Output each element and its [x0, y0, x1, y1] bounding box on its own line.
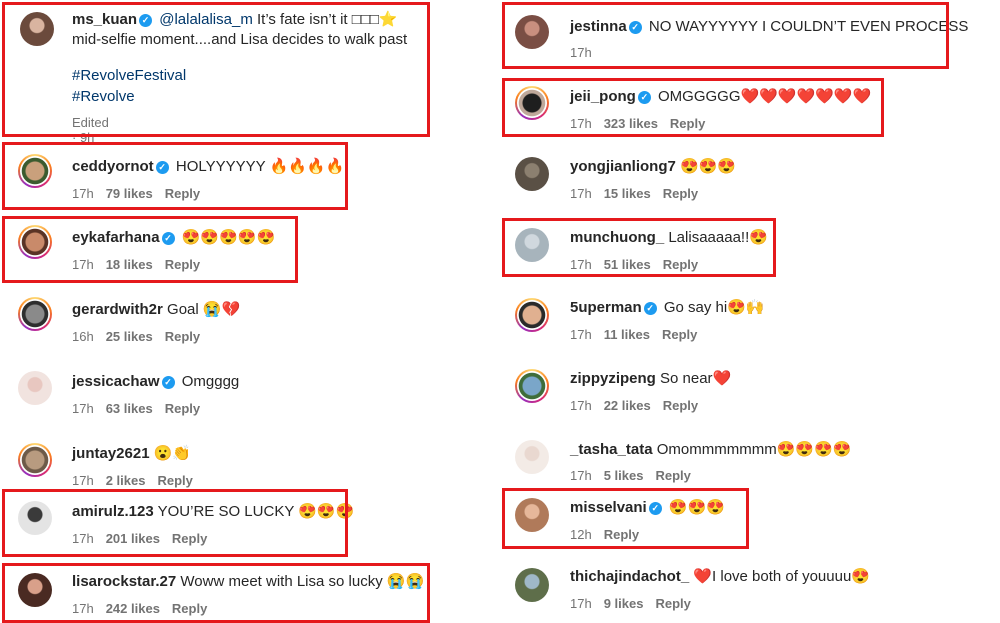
likes-count[interactable]: 11 likes [604, 327, 650, 342]
comment-time: 17h [570, 398, 592, 413]
highlight-box [502, 78, 884, 137]
highlight-box [502, 2, 949, 69]
likes-count[interactable]: 9 likes [604, 596, 644, 611]
username[interactable]: thichajindachot_ [570, 568, 689, 585]
highlight-box [502, 218, 776, 277]
avatar[interactable] [515, 568, 549, 602]
highlight-box [2, 2, 430, 137]
username[interactable]: zippyzipeng [570, 370, 656, 387]
comment-text: ❤️I love both of youuuu😍 [693, 568, 870, 585]
highlight-box [2, 563, 430, 623]
comment-time: 17h [570, 596, 592, 611]
avatar[interactable] [18, 297, 52, 331]
comment-text: Omgggg [181, 373, 240, 390]
username[interactable]: juntay2621 [72, 445, 150, 462]
reply-button[interactable]: Reply [165, 329, 200, 344]
reply-button[interactable]: Reply [663, 186, 698, 201]
avatar[interactable] [515, 157, 549, 191]
username[interactable]: _tasha_tata [570, 441, 653, 458]
reply-button[interactable]: Reply [655, 596, 690, 611]
comment-time: 17h [570, 186, 592, 201]
comment-time: 17h [570, 468, 592, 483]
likes-count[interactable]: 2 likes [106, 473, 146, 488]
comment-time: 17h [72, 401, 94, 416]
username[interactable]: jessicachaw [72, 373, 160, 390]
avatar[interactable] [18, 443, 52, 477]
username[interactable]: yongjianliong7 [570, 158, 676, 175]
likes-count[interactable]: 25 likes [106, 329, 153, 344]
avatar[interactable] [515, 440, 549, 474]
likes-count[interactable]: 15 likes [604, 186, 651, 201]
likes-count[interactable]: 5 likes [604, 468, 644, 483]
highlight-box [502, 488, 749, 549]
highlight-box [2, 142, 348, 210]
reply-button[interactable]: Reply [662, 327, 697, 342]
username[interactable]: 5uperman [570, 299, 642, 316]
reply-button[interactable]: Reply [663, 398, 698, 413]
comment-time: 16h [72, 329, 94, 344]
comment-time: 17h [570, 327, 592, 342]
comment-text: Goal 😭💔 [167, 301, 241, 318]
avatar[interactable] [515, 298, 549, 332]
comment-text: Go say hi😍🙌 [663, 299, 765, 316]
highlight-box [2, 489, 348, 557]
avatar[interactable] [18, 371, 52, 405]
comment-text: So near❤️ [660, 370, 732, 387]
avatar[interactable] [515, 369, 549, 403]
verified-badge-icon: ✓ [643, 302, 657, 315]
comment-time: 17h [72, 473, 94, 488]
reply-button[interactable]: Reply [165, 401, 200, 416]
comment-text: 😮👏 [153, 445, 192, 462]
comment-text: Omommmmmmm😍😍😍😍 [656, 441, 852, 458]
verified-badge-icon: ✓ [161, 376, 175, 389]
reply-button[interactable]: Reply [157, 473, 192, 488]
comment-text: 😍😍😍 [680, 158, 737, 175]
username[interactable]: gerardwith2r [72, 301, 163, 318]
likes-count[interactable]: 63 likes [106, 401, 153, 416]
reply-button[interactable]: Reply [655, 468, 690, 483]
likes-count[interactable]: 22 likes [604, 398, 651, 413]
highlight-box [2, 216, 298, 283]
